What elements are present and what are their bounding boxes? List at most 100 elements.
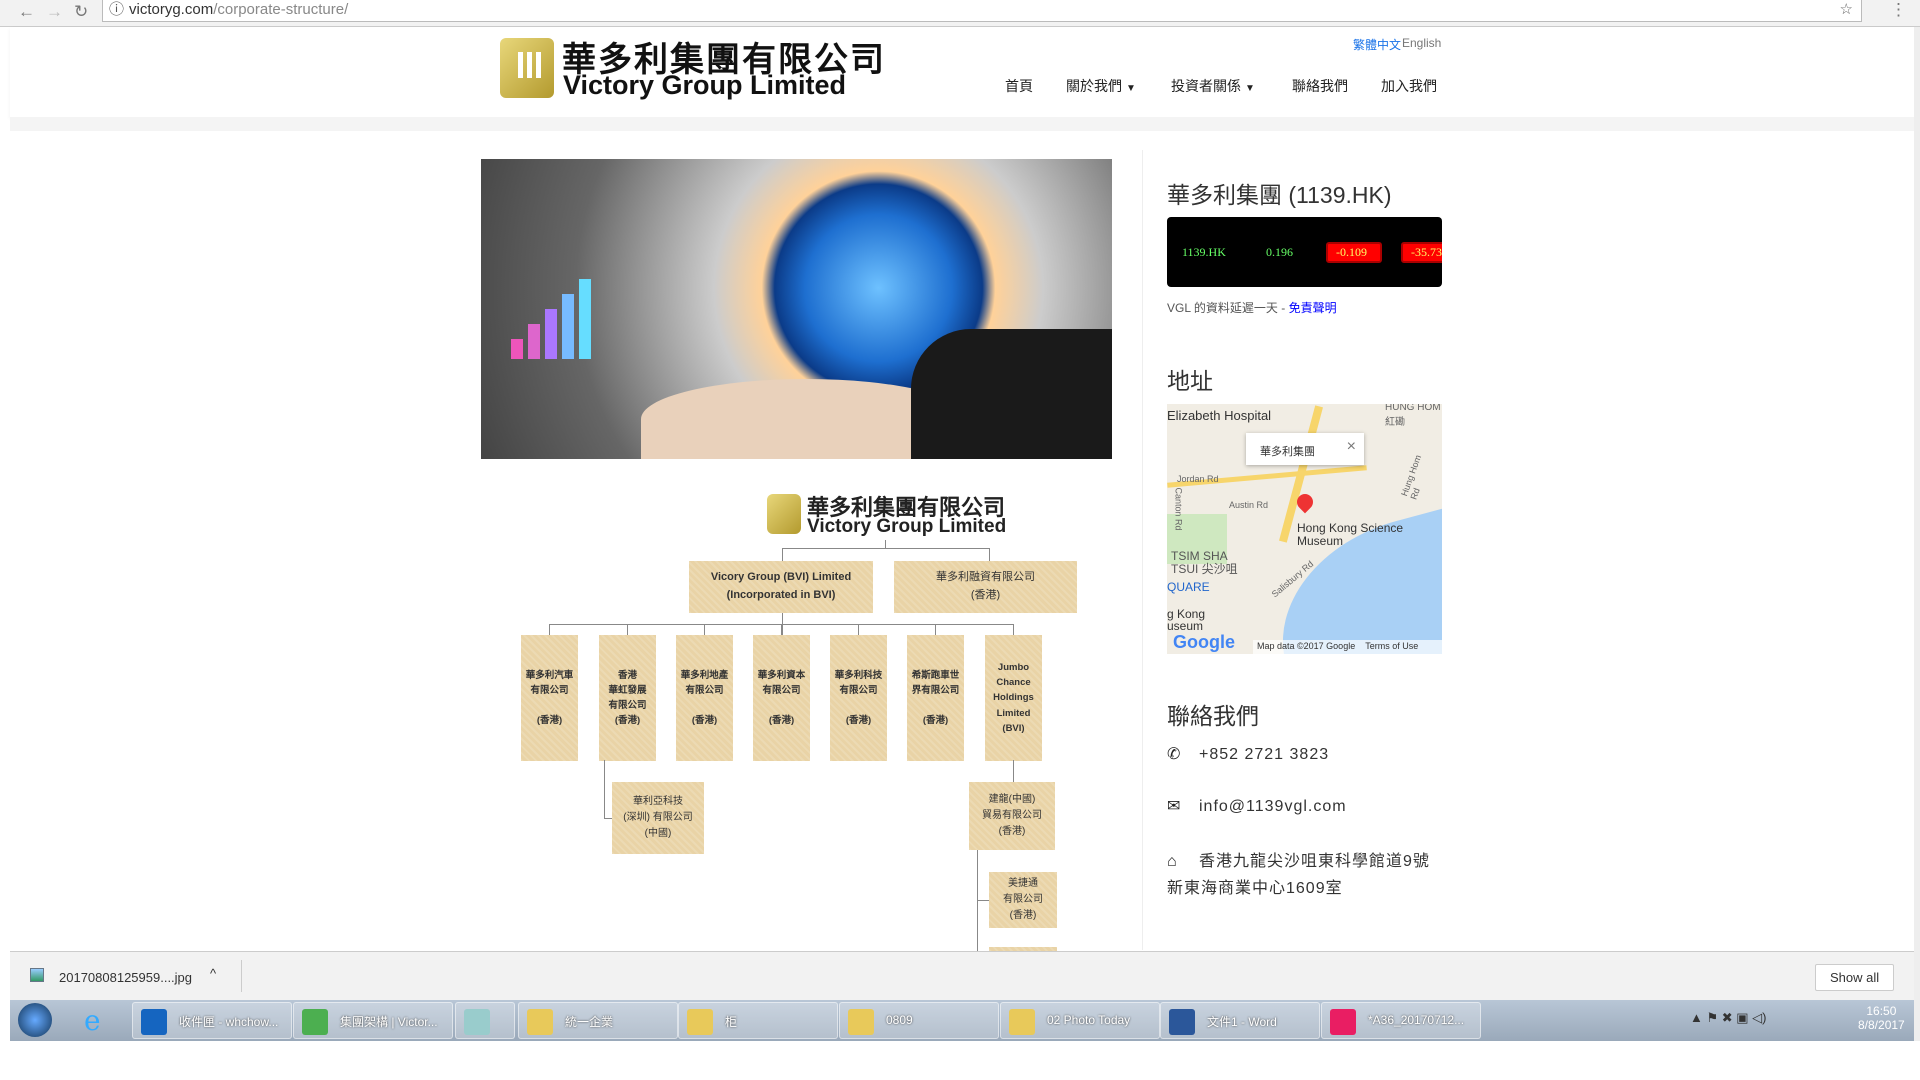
app-icon [1330,1009,1356,1035]
suit-shape [911,329,1112,459]
reload-icon[interactable]: ↻ [74,2,88,22]
connector [604,760,605,818]
lang-english-link[interactable]: English [1402,36,1441,50]
stock-ticker: 1139.HK 0.196 -0.109 -35.738 [1167,217,1442,287]
org-box-l2: 香港 華虹發展 有限公司 (香港) [599,635,656,761]
map-label: HUNG HOM 紅磡 [1385,404,1441,428]
app-icon [464,1009,490,1035]
app-icon [848,1009,874,1035]
nav-investor[interactable]: 投資者關係▼ [1171,76,1255,96]
back-icon[interactable]: ← [18,2,35,22]
app-icon [1009,1009,1035,1035]
bookmark-star-icon[interactable]: ☆ [1840,0,1853,20]
bar-graphic [511,279,621,359]
org-logo-english: Victory Group Limited [807,516,1006,538]
org-logo-icon [767,494,801,534]
address-line: 新東海商業中心1609室 [1167,880,1343,897]
nav-home[interactable]: 首頁 [1005,76,1033,96]
close-icon[interactable]: × [1347,438,1356,456]
taskbar-item-label: 統一企業 [565,1015,613,1029]
ticker-symbol: 1139.HK [1182,245,1226,260]
envelope-icon: ✉ [1167,796,1199,816]
terms-link[interactable]: Terms of Use [1365,641,1418,651]
org-box-l2: 華多利地產 有限公司 (香港) [676,635,733,761]
app-icon [527,1009,553,1035]
app-icon [1169,1009,1195,1035]
address-bar[interactable]: ⓘvictoryg.com/corporate-structure/☆ [102,0,1862,22]
taskbar-item[interactable]: *A36_20170712... [1321,1002,1481,1039]
org-box-l2: Jumbo Chance Holdings Limited (BVI) [985,635,1042,761]
taskbar-item-label: 收件匣 - whchow... [179,1015,278,1029]
site-header [10,27,1914,117]
column-divider [1142,150,1143,950]
org-box-l2: 華多利汽車 有限公司 (香港) [521,635,578,761]
org-box-l2: 華多利科技 有限公司 (香港) [830,635,887,761]
url-host: victoryg.com [129,1,213,18]
logo-icon[interactable] [500,38,554,98]
map-label: Austin Rd [1229,500,1268,510]
org-box-bvi: Vicory Group (BVI) Limited (Incorporated… [689,561,873,613]
scrollbar[interactable] [1914,27,1920,1041]
map-info-popup: 華多利集團× [1246,433,1364,465]
nav-contact[interactable]: 聯絡我們 [1292,76,1348,96]
image-file-icon [30,968,44,982]
clock-time[interactable]: 16:50 [1866,1004,1896,1018]
nav-label: 關於我們 [1066,78,1122,94]
connector [1013,624,1014,635]
google-map[interactable]: Elizabeth Hospital HUNG HOM 紅磡 Jordan Rd… [1167,404,1442,654]
divider [241,960,242,992]
ie-icon[interactable]: e [84,1004,101,1037]
taskbar-item[interactable]: 文件1 - Word [1160,1002,1320,1039]
taskbar-item-label: 集團架構 | Victor... [340,1015,438,1029]
taskbar-item-label: 文件1 - Word [1207,1015,1277,1029]
taskbar-item[interactable]: 統一企業 [518,1002,678,1039]
connector [549,624,550,635]
tray-icons[interactable]: ▲ ⚑ ✖ ▣ ◁) [1690,1010,1766,1026]
connector [977,900,989,901]
windows-taskbar: e 收件匣 - whchow... 集團架構 | Victor... 統一企業 柜08… [10,1000,1914,1041]
map-label: TSIM SHA TSUI 尖沙咀 [1171,550,1251,576]
app-icon [302,1009,328,1035]
clock-date[interactable]: 8/8/2017 [1858,1018,1905,1032]
org-box-l2: 華多利資本 有限公司 (香港) [753,635,810,761]
taskbar-item[interactable]: 集團架構 | Victor... [293,1002,453,1039]
app-icon [687,1009,713,1035]
org-box-l3: 華利亞科技 (深圳) 有限公司 (中國) [612,782,704,854]
menu-icon[interactable]: ⋮ [1890,0,1907,20]
ticker-change: -0.109 [1326,242,1382,263]
show-all-button[interactable]: Show all [1815,964,1894,991]
taskbar-item[interactable]: 0809 [839,1002,999,1039]
stock-title: 華多利集團 (1139.HK) [1167,176,1392,210]
start-button[interactable] [18,1003,52,1037]
connector [858,624,859,635]
email-link[interactable]: info@1139vgl.com [1199,798,1347,815]
map-label: Canton Rd [1174,487,1184,530]
logo-english[interactable]: Victory Group Limited [563,70,846,101]
map-label: Jordan Rd [1177,474,1219,484]
taskbar-item[interactable] [455,1002,515,1039]
connector [989,548,990,561]
header-band [10,117,1914,131]
lang-chinese-link[interactable]: 繁體中文 [1353,36,1401,53]
org-box-l3: 建龍(中國) 貿易有限公司 (香港) [969,782,1055,850]
phone-number[interactable]: +852 2721 3823 [1199,746,1329,763]
map-label: Hung Hom Rd [1399,447,1435,501]
connector [627,624,628,635]
nav-join[interactable]: 加入我們 [1381,76,1437,96]
taskbar-item[interactable]: 收件匣 - whchow... [132,1002,292,1039]
browser-toolbar: ← → ↻ ⓘvictoryg.com/corporate-structure/… [0,0,1920,27]
download-item[interactable]: 20170808125959....jpg [59,970,192,985]
disclaimer-link[interactable]: 免責聲明 [1289,301,1337,315]
chevron-up-icon[interactable]: ^ [210,966,216,981]
address-title: 地址 [1167,362,1213,396]
connector [782,548,783,561]
nav-about[interactable]: 關於我們▼ [1066,76,1136,96]
connector [935,624,936,635]
taskbar-item[interactable]: 02 Photo Today [1000,1002,1160,1039]
connector [782,548,989,549]
forward-icon[interactable]: → [46,2,63,22]
map-label: Hong Kong Science Museum [1297,522,1407,548]
taskbar-item[interactable]: 柜 [678,1002,838,1039]
google-logo: Google [1173,632,1235,653]
connector [604,818,612,819]
